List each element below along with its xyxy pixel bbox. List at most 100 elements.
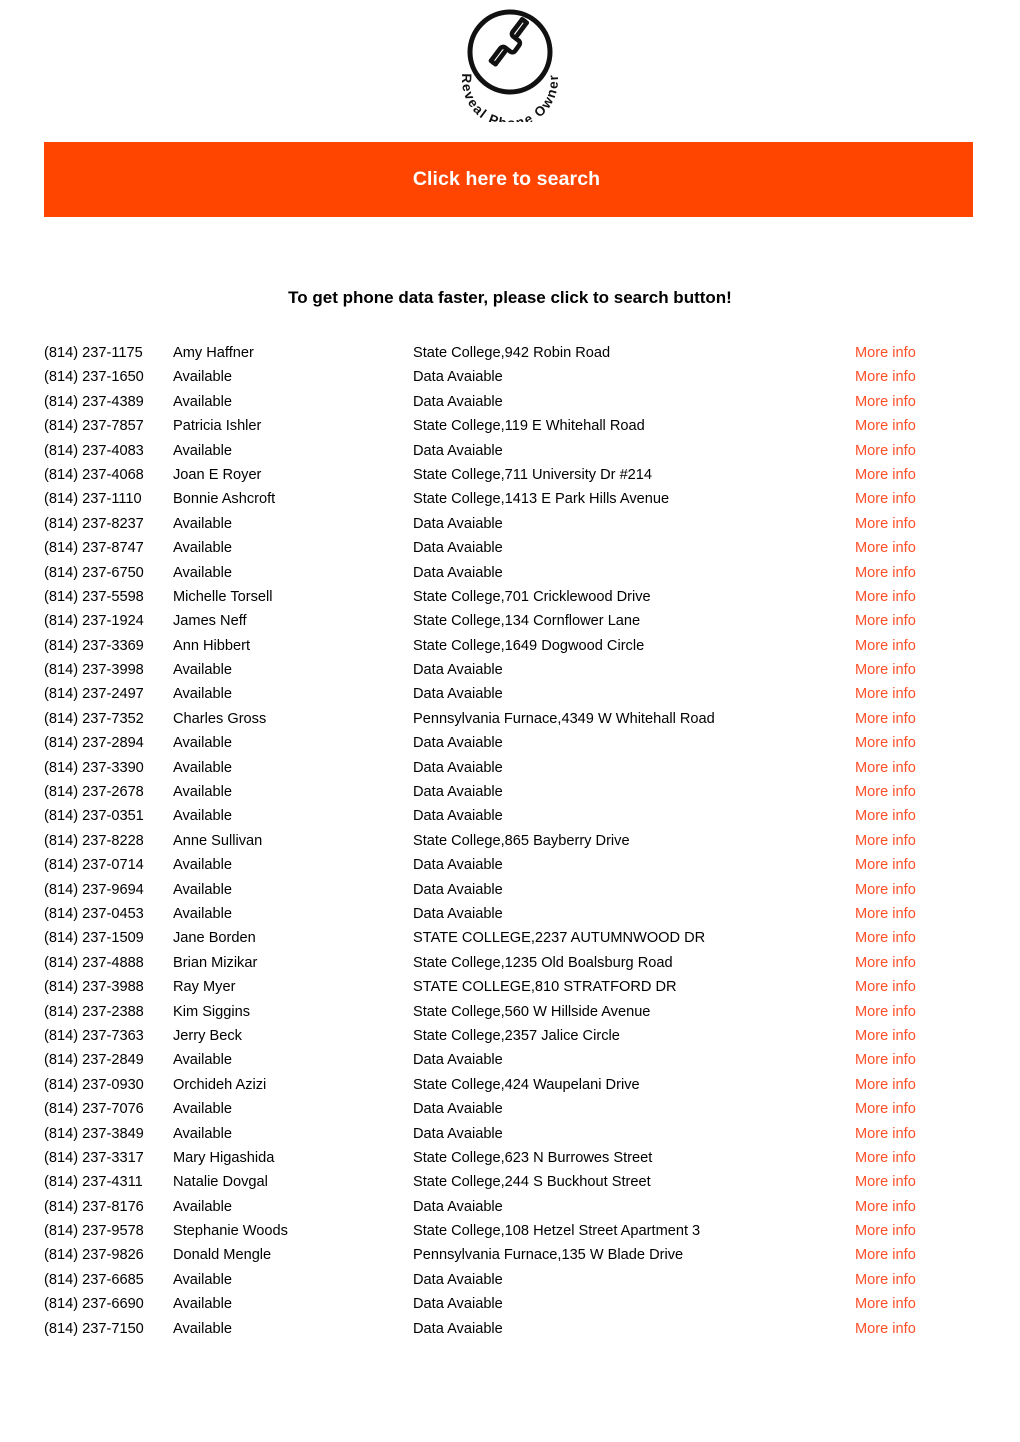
phone-number-cell: (814) 237-0351 [44,808,144,825]
table-row: (814) 237-8747 Available Data Avaiable More… [0,536,1020,560]
more-info-link[interactable]: More info [855,1195,916,1219]
phone-number-cell: (814) 237-3317 [44,1149,144,1166]
phone-number-cell: (814) 237-1650 [44,369,144,386]
more-info-link[interactable]: More info [855,463,916,487]
owner-name-cell: Available [173,1271,232,1288]
address-cell: Data Avaiable [413,540,503,557]
phone-number-cell: (814) 237-3369 [44,637,144,654]
table-row: (814) 237-7076 Available Data Avaiable More… [0,1097,1020,1121]
table-row: (814) 237-9694 Available Data Avaiable More… [0,878,1020,902]
phone-number-cell: (814) 237-2388 [44,1003,144,1020]
owner-name-cell: Available [173,1125,232,1142]
more-info-link[interactable]: More info [855,1122,916,1146]
more-info-link[interactable]: More info [855,1243,916,1267]
more-info-link[interactable]: More info [855,902,916,926]
phone-number-cell: (814) 237-1924 [44,613,144,630]
table-row: (814) 237-3988 Ray Myer STATE COLLEGE,810 … [0,975,1020,999]
phone-number-cell: (814) 237-4311 [44,1174,143,1191]
more-info-link[interactable]: More info [855,1097,916,1121]
phone-number-cell: (814) 237-9826 [44,1247,144,1264]
phone-number-cell: (814) 237-3988 [44,979,144,996]
address-cell: State College,865 Bayberry Drive [413,832,630,849]
phone-number-cell: (814) 237-6685 [44,1271,144,1288]
more-info-link[interactable]: More info [855,1219,916,1243]
more-info-link[interactable]: More info [855,731,916,755]
more-info-link[interactable]: More info [855,609,916,633]
more-info-link[interactable]: More info [855,1170,916,1194]
more-info-link[interactable]: More info [855,390,916,414]
owner-name-cell: Available [173,905,232,922]
page-root: Reveal Phone Owner Click here to search … [0,0,1020,1442]
table-row: (814) 237-3390 Available Data Avaiable More… [0,756,1020,780]
more-info-link[interactable]: More info [855,756,916,780]
more-info-link[interactable]: More info [855,926,916,950]
phone-number-cell: (814) 237-2678 [44,784,144,801]
more-info-link[interactable]: More info [855,536,916,560]
address-cell: State College,108 Hetzel Street Apartmen… [413,1223,701,1240]
more-info-link[interactable]: More info [855,707,916,731]
more-info-link[interactable]: More info [855,1048,916,1072]
table-row: (814) 237-1924 James Neff State College,13… [0,609,1020,633]
phone-number-cell: (814) 237-4389 [44,393,144,410]
table-row: (814) 237-9826 Donald Mengle Pennsylvania … [0,1243,1020,1267]
address-cell: Data Avaiable [413,1198,503,1215]
more-info-link[interactable]: More info [855,1024,916,1048]
owner-name-cell: Available [173,1101,232,1118]
more-info-link[interactable]: More info [855,829,916,853]
address-cell: Data Avaiable [413,442,503,459]
more-info-link[interactable]: More info [855,658,916,682]
address-cell: Data Avaiable [413,1052,503,1069]
table-row: (814) 237-1509 Jane Borden STATE COLLEGE,2… [0,926,1020,950]
phone-number-cell: (814) 237-6690 [44,1296,144,1313]
address-cell: Data Avaiable [413,662,503,679]
table-row: (814) 237-3317 Mary Higashida State Colleg… [0,1146,1020,1170]
more-info-link[interactable]: More info [855,512,916,536]
more-info-link[interactable]: More info [855,975,916,999]
owner-name-cell: Available [173,393,232,410]
more-info-link[interactable]: More info [855,804,916,828]
more-info-link[interactable]: More info [855,951,916,975]
address-cell: State College,711 University Dr #214 [413,466,653,483]
owner-name-cell: Orchideh Azizi [173,1076,267,1093]
click-here-to-search-button[interactable]: Click here to search [44,142,973,217]
more-info-link[interactable]: More info [855,585,916,609]
address-cell: Data Avaiable [413,686,503,703]
address-cell: Data Avaiable [413,1296,503,1313]
more-info-link[interactable]: More info [855,780,916,804]
address-cell: Pennsylvania Furnace,135 W Blade Drive [413,1247,684,1264]
table-row: (814) 237-7150 Available Data Avaiable More… [0,1317,1020,1341]
more-info-link[interactable]: More info [855,487,916,511]
more-info-link[interactable]: More info [855,634,916,658]
owner-name-cell: Amy Haffner [173,345,254,361]
more-info-link[interactable]: More info [855,1292,916,1316]
table-row: (814) 237-3998 Available Data Avaiable More… [0,658,1020,682]
more-info-link[interactable]: More info [855,561,916,585]
owner-name-cell: Available [173,442,232,459]
more-info-link[interactable]: More info [855,682,916,706]
more-info-link[interactable]: More info [855,1073,916,1097]
owner-name-cell: Available [173,759,232,776]
more-info-link[interactable]: More info [855,878,916,902]
owner-name-cell: Natalie Dovgal [173,1174,268,1191]
more-info-link[interactable]: More info [855,1317,916,1341]
page-subheading: To get phone data faster, please click t… [288,288,732,307]
more-info-link[interactable]: More info [855,1268,916,1292]
owner-name-cell: Joan E Royer [173,466,262,483]
more-info-link[interactable]: More info [855,1000,916,1024]
owner-name-cell: Donald Mengle [173,1247,272,1264]
more-info-link[interactable]: More info [855,414,916,438]
more-info-link[interactable]: More info [855,365,916,389]
owner-name-cell: Bonnie Ashcroft [173,491,276,508]
more-info-link[interactable]: More info [855,853,916,877]
more-info-link[interactable]: More info [855,1146,916,1170]
more-info-link[interactable]: More info [855,341,916,365]
address-cell: Data Avaiable [413,759,503,776]
more-info-link[interactable]: More info [855,439,916,463]
address-cell: State College,244 S Buckhout Street [413,1174,651,1191]
phone-number-cell: (814) 237-0714 [44,857,144,874]
phone-number-cell: (814) 237-2894 [44,735,144,752]
owner-name-cell: Jane Borden [173,930,256,947]
owner-name-cell: Available [173,686,232,703]
address-cell: STATE COLLEGE,2237 AUTUMNWOOD DR [413,930,706,947]
address-cell: Data Avaiable [413,857,503,874]
